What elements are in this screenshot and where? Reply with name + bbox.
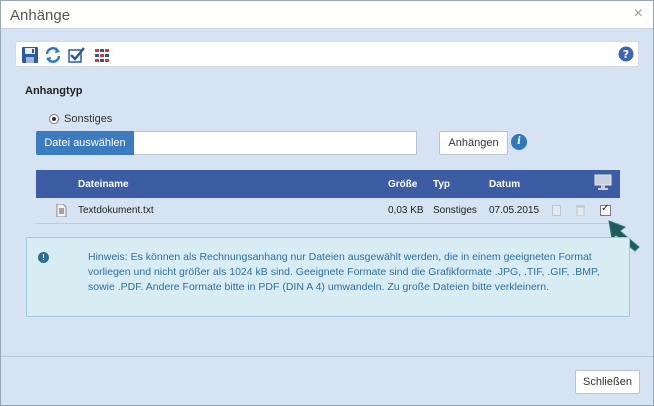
- cell-size: 0,03 KB: [388, 205, 424, 216]
- check-icon[interactable]: [68, 46, 86, 64]
- file-input[interactable]: [134, 131, 417, 155]
- footer-divider: [1, 356, 653, 357]
- radio-button[interactable]: [49, 114, 59, 124]
- document-icon: [56, 204, 67, 217]
- info-icon: !: [38, 252, 49, 263]
- close-button[interactable]: Schließen: [575, 370, 640, 394]
- select-checkbox[interactable]: [600, 203, 611, 216]
- table-row[interactable]: Textdokument.txt 0,03 KB Sonstiges 07.05…: [36, 198, 620, 224]
- radio-option-sonstiges[interactable]: Sonstiges: [49, 113, 112, 125]
- radio-label: Sonstiges: [64, 113, 113, 125]
- cell-date: 07.05.2015: [489, 205, 540, 216]
- dialog-title: Anhänge: [10, 7, 71, 24]
- cell-type: Sonstiges: [433, 205, 477, 216]
- section-title: Anhangtyp: [25, 85, 83, 97]
- grid-icon[interactable]: [93, 46, 111, 64]
- choose-file-button[interactable]: Datei auswählen: [36, 131, 134, 155]
- table-header: Dateiname Größe Typ Datum: [36, 170, 620, 198]
- cell-filename: Textdokument.txt: [78, 205, 154, 216]
- preview-icon[interactable]: [552, 205, 561, 216]
- header-type[interactable]: Typ: [433, 179, 450, 190]
- refresh-icon[interactable]: [44, 46, 62, 64]
- toolbar: ?: [15, 41, 639, 67]
- header-date[interactable]: Datum: [489, 179, 520, 190]
- svg-text:?: ?: [623, 48, 629, 61]
- monitor-icon: [594, 174, 612, 190]
- save-icon[interactable]: [21, 46, 39, 64]
- help-icon[interactable]: ?: [618, 46, 634, 62]
- info-icon[interactable]: i: [511, 134, 527, 150]
- header-filename[interactable]: Dateiname: [78, 179, 129, 190]
- hint-text: Hinweis: Es können als Rechnungsanhang n…: [88, 251, 600, 293]
- attachments-dialog: Anhänge × ? Anhangtyp Sonstiges Datei au…: [0, 0, 654, 406]
- attach-button[interactable]: Anhängen: [439, 131, 508, 155]
- hint-box: ! Hinweis: Es können als Rechnungsanhang…: [26, 237, 630, 317]
- close-icon[interactable]: ×: [634, 5, 643, 23]
- header-size[interactable]: Größe: [388, 179, 417, 190]
- title-bar: Anhänge ×: [1, 1, 653, 29]
- delete-icon[interactable]: [576, 205, 585, 216]
